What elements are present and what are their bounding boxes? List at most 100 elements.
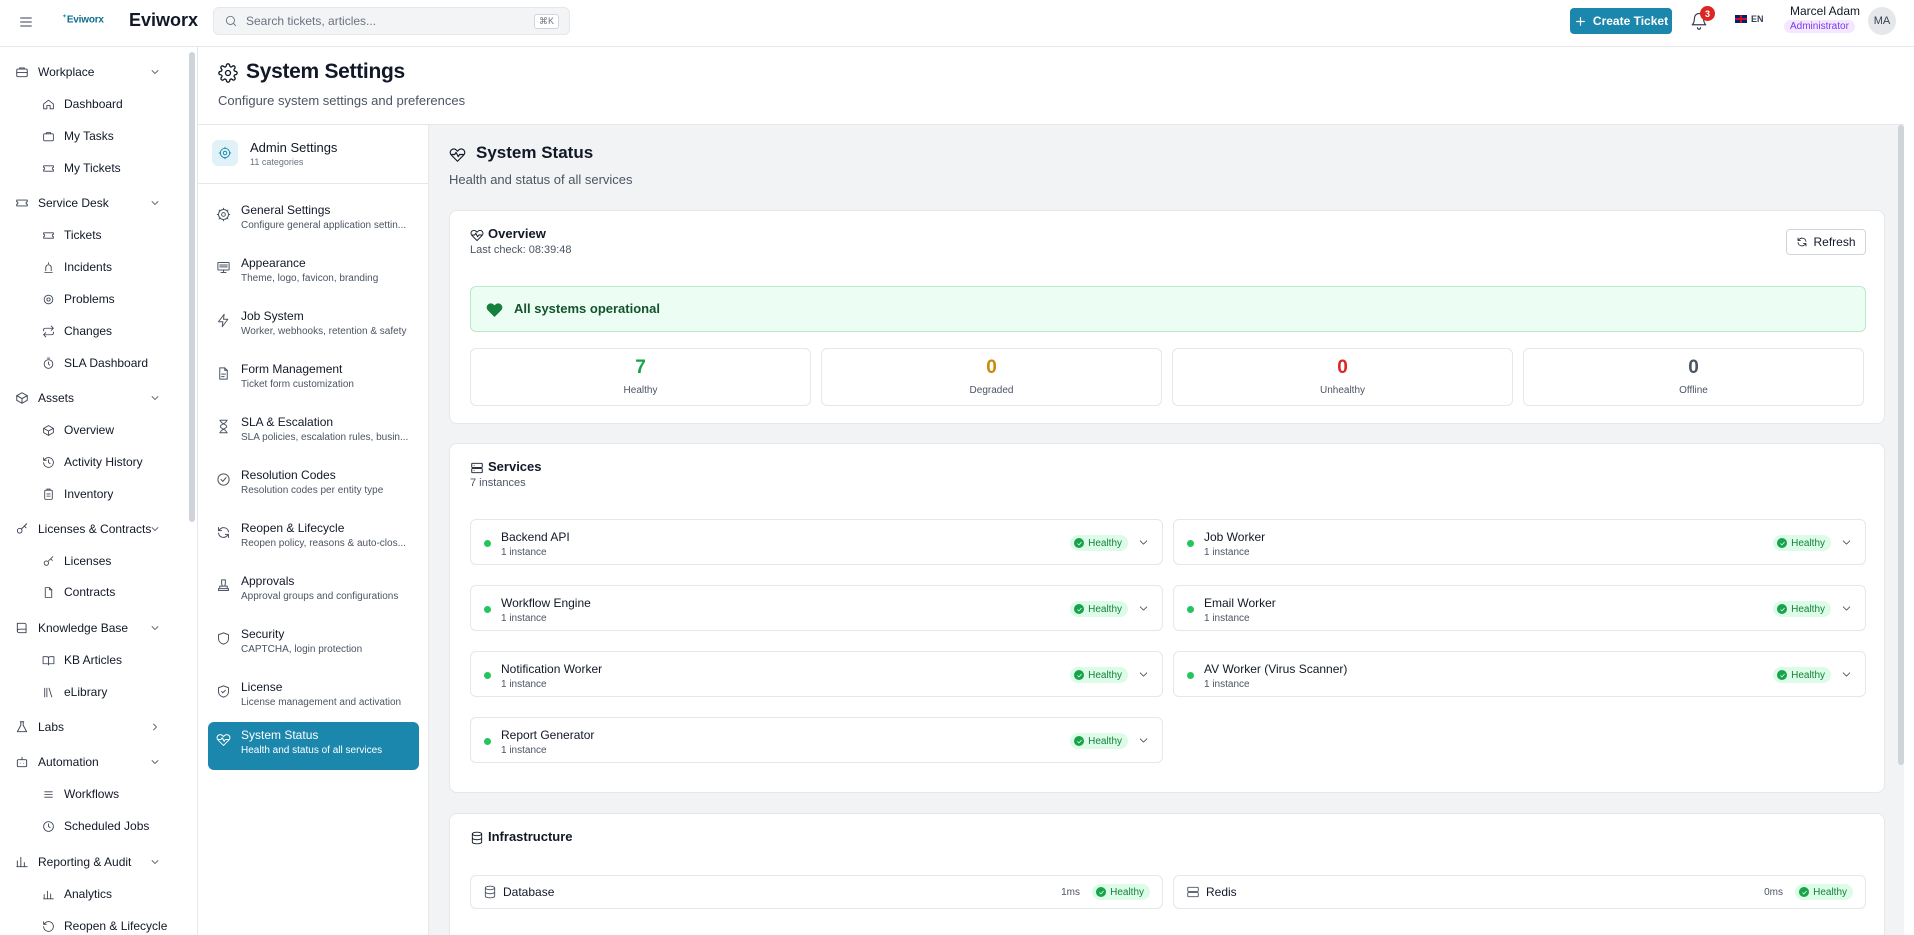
main-scrollbar[interactable] bbox=[1898, 125, 1904, 765]
search-input[interactable] bbox=[246, 14, 526, 28]
chevron-down-icon bbox=[151, 201, 159, 205]
chevron-down-icon[interactable] bbox=[1137, 734, 1150, 747]
check-icon bbox=[1074, 670, 1085, 680]
repeat-icon bbox=[43, 325, 54, 337]
key-icon bbox=[16, 523, 28, 534]
nav-group-licenses-contracts[interactable]: Licenses & Contracts bbox=[15, 522, 170, 536]
nav-item-overview[interactable]: Overview bbox=[42, 423, 114, 437]
nav-item-kb-articles[interactable]: KB Articles bbox=[42, 653, 122, 667]
services-count: 7 instances bbox=[470, 477, 526, 489]
stat-degraded: 0 Degraded bbox=[821, 348, 1162, 406]
service-row-workflow-engine[interactable]: Workflow Engine 1 instance Healthy bbox=[470, 585, 1163, 631]
service-row-job-worker[interactable]: Job Worker 1 instance Healthy bbox=[1173, 519, 1866, 565]
nav-group-knowledge-base[interactable]: Knowledge Base bbox=[15, 621, 170, 635]
nav-item-workflows[interactable]: Workflows bbox=[42, 787, 119, 801]
gear-icon bbox=[216, 207, 231, 222]
chevron-down-icon[interactable] bbox=[1137, 602, 1150, 615]
check-icon bbox=[1074, 736, 1085, 746]
search-box[interactable]: ⌘K bbox=[213, 7, 570, 35]
nav-group-workplace[interactable]: Workplace bbox=[15, 65, 170, 79]
status-badge: Healthy bbox=[1773, 667, 1831, 683]
settings-item-license[interactable]: License License management and activatio… bbox=[208, 674, 419, 722]
timer-icon bbox=[43, 357, 54, 369]
heart-pulse-icon bbox=[449, 146, 466, 163]
settings-item-approvals[interactable]: Approvals Approval groups and configurat… bbox=[208, 568, 419, 616]
service-row-email-worker[interactable]: Email Worker 1 instance Healthy bbox=[1173, 585, 1866, 631]
nav-item-analytics[interactable]: Analytics bbox=[42, 887, 112, 901]
nav-group-automation[interactable]: Automation bbox=[15, 755, 170, 769]
settings-item-form-management[interactable]: Form Management Ticket form customizatio… bbox=[208, 356, 419, 404]
status-dot bbox=[1187, 540, 1194, 547]
stat-unhealthy: 0 Unhealthy bbox=[1172, 348, 1513, 406]
nav-group-reporting-audit[interactable]: Reporting & Audit bbox=[15, 855, 170, 869]
bot-icon bbox=[16, 756, 28, 768]
chevron-down-icon[interactable] bbox=[1137, 668, 1150, 681]
infra-row-redis[interactable]: Redis 0ms Healthy bbox=[1173, 875, 1866, 909]
check-icon bbox=[1777, 670, 1788, 680]
service-row-notification-worker[interactable]: Notification Worker 1 instance Healthy bbox=[470, 651, 1163, 697]
service-row-report-generator[interactable]: Report Generator 1 instance Healthy bbox=[470, 717, 1163, 763]
bug-icon bbox=[43, 294, 54, 304]
settings-item-reopen-lifecycle[interactable]: Reopen & Lifecycle Reopen policy, reason… bbox=[208, 515, 419, 563]
nav-item-contracts[interactable]: Contracts bbox=[42, 585, 115, 599]
infrastructure-card: Infrastructure Database 1ms Healthy Redi… bbox=[449, 813, 1885, 935]
settings-item-general[interactable]: General Settings Configure general appli… bbox=[208, 197, 419, 245]
nav-item-tickets[interactable]: Tickets bbox=[42, 228, 102, 242]
hourglass-icon bbox=[219, 419, 228, 434]
nav-item-my-tasks[interactable]: My Tasks bbox=[42, 129, 114, 143]
brand-name[interactable]: Eviworx bbox=[129, 10, 198, 31]
search-shortcut: ⌘K bbox=[533, 14, 559, 29]
stat-offline: 0 Offline bbox=[1523, 348, 1864, 406]
nav-item-sla-dashboard[interactable]: SLA Dashboard bbox=[42, 356, 148, 370]
refresh-button[interactable]: Refresh bbox=[1786, 229, 1866, 255]
infra-row-database[interactable]: Database 1ms Healthy bbox=[470, 875, 1163, 909]
avatar[interactable]: MA bbox=[1868, 7, 1896, 35]
check-icon bbox=[1074, 604, 1085, 614]
language-switcher[interactable]: EN bbox=[1735, 14, 1764, 24]
logo[interactable]: ✦Eviworx bbox=[62, 13, 104, 25]
nav-item-activity-history[interactable]: Activity History bbox=[42, 455, 143, 469]
nav-item-problems[interactable]: Problems bbox=[42, 292, 115, 306]
settings-item-sla-escalation[interactable]: SLA & Escalation SLA policies, escalatio… bbox=[208, 409, 419, 457]
nav-item-dashboard[interactable]: Dashboard bbox=[42, 97, 123, 111]
settings-item-job-system[interactable]: Job System Worker, webhooks, retention &… bbox=[208, 303, 419, 351]
settings-item-resolution-codes[interactable]: Resolution Codes Resolution codes per en… bbox=[208, 462, 419, 510]
server-icon bbox=[470, 461, 484, 475]
heart-pulse-icon bbox=[470, 228, 484, 242]
nav-item-my-tickets[interactable]: My Tickets bbox=[42, 161, 121, 175]
settings-item-appearance[interactable]: Appearance Theme, logo, favicon, brandin… bbox=[208, 250, 419, 298]
settings-item-system-status[interactable]: System Status Health and status of all s… bbox=[208, 722, 419, 770]
chevron-down-icon bbox=[151, 626, 159, 630]
chevron-down-icon[interactable] bbox=[1840, 668, 1853, 681]
nav-group-service-desk[interactable]: Service Desk bbox=[15, 196, 170, 210]
ticket-icon bbox=[43, 231, 54, 239]
nav-item-scheduled-jobs[interactable]: Scheduled Jobs bbox=[42, 819, 149, 833]
stamp-icon bbox=[218, 579, 229, 591]
page-title: System Settings bbox=[246, 60, 405, 83]
section-title: System Status bbox=[476, 143, 594, 162]
nav-group-labs[interactable]: Labs bbox=[15, 720, 170, 734]
settings-item-security[interactable]: Security CAPTCHA, login protection bbox=[208, 621, 419, 669]
nav-item-incidents[interactable]: Incidents bbox=[42, 260, 112, 274]
stat-healthy: 7 Healthy bbox=[470, 348, 811, 406]
nav-item-reopen-lifecycle[interactable]: Reopen & Lifecycle bbox=[42, 919, 167, 933]
create-ticket-button[interactable]: Create Ticket bbox=[1570, 8, 1672, 34]
nav-group-assets[interactable]: Assets bbox=[15, 391, 170, 405]
chevron-down-icon[interactable] bbox=[1840, 536, 1853, 549]
chevron-down-icon[interactable] bbox=[1840, 602, 1853, 615]
user-name[interactable]: Marcel Adam bbox=[1790, 4, 1860, 18]
nav-item-elibrary[interactable]: eLibrary bbox=[42, 685, 107, 699]
menu-icon[interactable] bbox=[18, 14, 38, 34]
status-dot bbox=[484, 606, 491, 613]
chevron-down-icon[interactable] bbox=[1137, 536, 1150, 549]
ticket-icon bbox=[16, 199, 28, 207]
nav-item-inventory[interactable]: Inventory bbox=[42, 487, 113, 501]
notification-badge: 3 bbox=[1700, 6, 1715, 21]
nav-item-licenses[interactable]: Licenses bbox=[42, 554, 111, 568]
nav-item-changes[interactable]: Changes bbox=[42, 324, 112, 338]
service-row-av-worker[interactable]: AV Worker (Virus Scanner) 1 instance Hea… bbox=[1173, 651, 1866, 697]
admin-settings-header: Admin Settings 11 categories bbox=[198, 125, 429, 184]
top-bar: ✦Eviworx Eviworx ⌘K Create Ticket 3 EN M… bbox=[0, 0, 1914, 47]
service-row-backend-api[interactable]: Backend API 1 instance Healthy bbox=[470, 519, 1163, 565]
nav-scrollbar[interactable] bbox=[189, 52, 195, 522]
